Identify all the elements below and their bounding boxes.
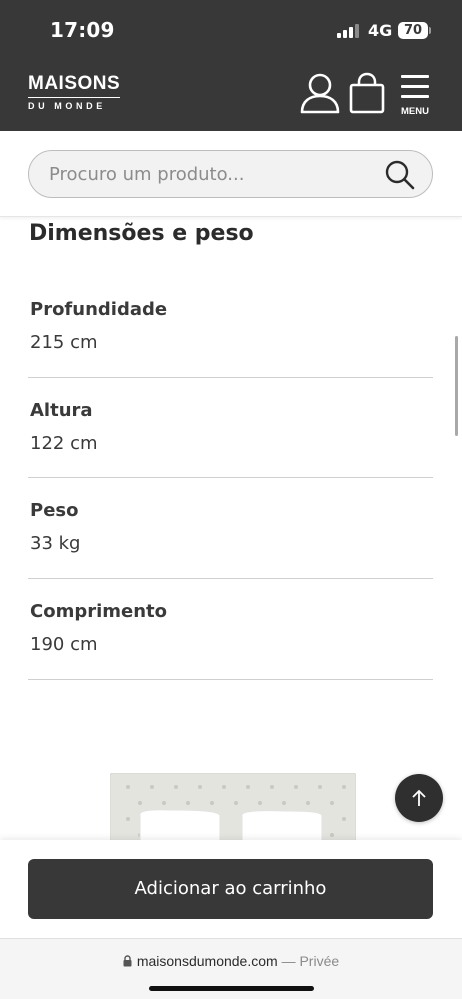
search-bar: [0, 131, 462, 217]
status-time: 17:09: [50, 18, 115, 42]
dimension-label: Comprimento: [30, 601, 168, 623]
add-to-cart-button[interactable]: Adicionar ao carrinho: [28, 859, 433, 919]
dimension-value: 33 kg: [30, 533, 81, 555]
network-type: 4G: [368, 21, 393, 40]
back-to-top-button[interactable]: [395, 774, 443, 822]
dimension-value: 215 cm: [30, 332, 98, 353]
url-separator: —: [277, 953, 300, 969]
logo-sub: DU MONDE: [28, 101, 106, 111]
scrollbar[interactable]: [455, 336, 458, 436]
cart-bag-icon[interactable]: [349, 72, 385, 114]
dimension-label: Profundidade: [30, 299, 168, 320]
hamburger-icon: [401, 75, 429, 98]
dimension-value: 122 cm: [30, 432, 98, 454]
browser-bar: maisonsdumonde.com — Privée: [0, 938, 462, 999]
dimension-label: Peso: [30, 500, 79, 522]
app-header: 17:09 4G 70 MAISONS DU MONDE MENU: [0, 0, 462, 131]
add-to-cart-bar: Adicionar ao carrinho: [0, 840, 462, 938]
brand-logo[interactable]: MAISONS DU MONDE: [28, 74, 122, 114]
url-text: maisonsdumonde.com: [136, 953, 278, 969]
logo-main: MAISONS: [28, 74, 121, 98]
battery-icon: 70: [398, 22, 428, 39]
signal-icon: [337, 24, 361, 38]
section-title: Dimensões e peso: [29, 221, 254, 246]
battery-tip: [429, 27, 431, 34]
url-bar[interactable]: maisonsdumonde.com — Privée: [0, 953, 462, 969]
list-item: Altura 122 cm: [28, 378, 433, 479]
battery-level: 70: [403, 23, 423, 38]
lock-icon: [123, 955, 132, 967]
list-item: Peso 33 kg: [28, 478, 433, 580]
menu-label: MENU: [401, 106, 429, 117]
search-input[interactable]: [49, 162, 369, 186]
menu-button[interactable]: MENU: [398, 73, 432, 119]
dimension-label: Altura: [30, 399, 93, 421]
status-bar: 17:09 4G 70: [0, 0, 462, 60]
home-indicator[interactable]: [149, 986, 314, 991]
dimensions-list: Profundidade 215 cm Altura 122 cm Peso 3…: [28, 277, 433, 680]
privacy-label: Privée: [299, 953, 340, 969]
dimension-value: 190 cm: [30, 634, 98, 656]
arrow-up-icon: [412, 789, 426, 806]
search-icon[interactable]: [384, 159, 416, 191]
search-box[interactable]: [28, 150, 433, 198]
account-icon[interactable]: [300, 72, 340, 114]
list-item: Profundidade 215 cm: [28, 277, 433, 378]
list-item: Comprimento 190 cm: [28, 579, 433, 680]
